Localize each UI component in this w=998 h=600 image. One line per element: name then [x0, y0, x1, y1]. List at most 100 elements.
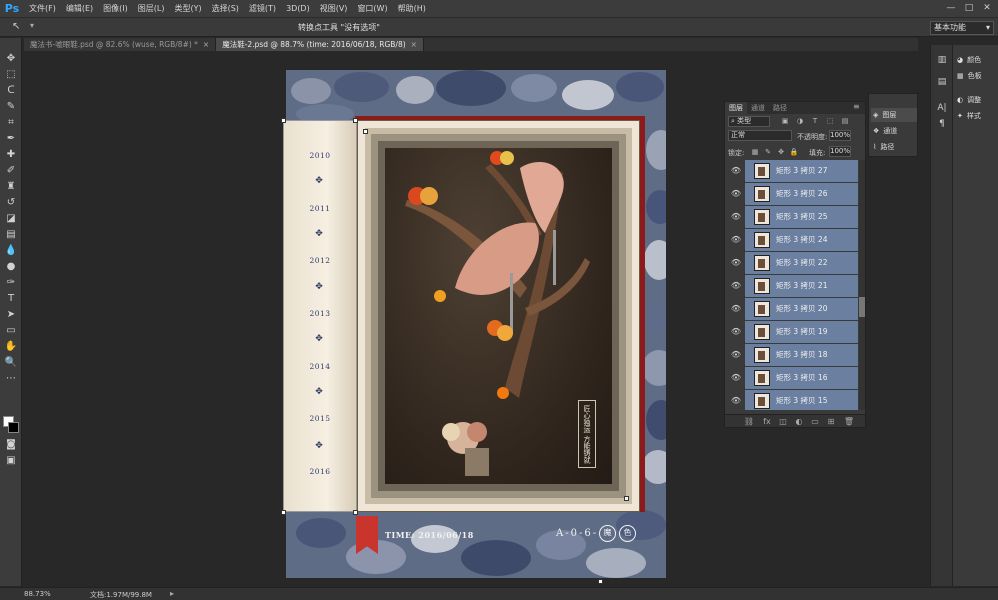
menu-image[interactable]: 图像(I)	[98, 3, 133, 14]
menu-view[interactable]: 视图(V)	[315, 3, 353, 14]
anchor-handle[interactable]	[598, 579, 603, 584]
blend-mode-select[interactable]: 正常	[728, 130, 792, 141]
mini-channels-button[interactable]: ❖ 通道	[871, 124, 917, 138]
anchor-handle[interactable]	[353, 118, 358, 123]
close-window-button[interactable]: ✕	[980, 2, 994, 14]
maximize-button[interactable]: □	[962, 2, 976, 14]
history-brush-tool-icon[interactable]: ↺	[3, 196, 19, 210]
layer-row[interactable]: 👁 矩形 3 拷贝 16	[728, 367, 858, 389]
filter-smart-icon[interactable]: ▤	[840, 116, 850, 126]
layer-row[interactable]: 👁 矩形 3 拷贝 15	[728, 390, 858, 410]
character-icon[interactable]: A|	[934, 101, 950, 115]
marquee-tool-icon[interactable]: ⬚	[3, 68, 19, 82]
color-panel-button[interactable]: ◕ 颜色	[957, 53, 998, 67]
layer-row[interactable]: 👁 矩形 3 拷贝 27	[728, 160, 858, 182]
move-tool-icon[interactable]: ✥	[3, 52, 19, 66]
visibility-eye-icon[interactable]: 👁	[728, 344, 744, 366]
quick-select-tool-icon[interactable]: ✎	[3, 100, 19, 114]
quick-mask-icon[interactable]: ◙	[3, 438, 19, 452]
layer-row[interactable]: 👁 矩形 3 拷贝 24	[728, 229, 858, 251]
visibility-eye-icon[interactable]: 👁	[728, 160, 744, 182]
visibility-eye-icon[interactable]: 👁	[728, 229, 744, 251]
screen-mode-icon[interactable]: ▣	[3, 454, 19, 468]
visibility-eye-icon[interactable]: 👁	[728, 252, 744, 274]
tab-channels[interactable]: 通道	[747, 102, 769, 114]
brush-tool-icon[interactable]: ✐	[3, 164, 19, 178]
filter-type-icon[interactable]: T	[810, 116, 820, 126]
crop-tool-icon[interactable]: ⌗	[3, 116, 19, 130]
lock-all-icon[interactable]: 🔒	[789, 147, 799, 157]
opacity-input[interactable]: 100%	[829, 130, 851, 141]
styles-panel-button[interactable]: ✦ 样式	[957, 109, 998, 123]
tab-layers[interactable]: 图层	[725, 102, 747, 114]
adjustments-panel-button[interactable]: ◐ 调整	[957, 93, 998, 107]
add-mask-icon[interactable]: ◫	[777, 416, 789, 427]
menu-3d[interactable]: 3D(D)	[281, 4, 315, 13]
menu-help[interactable]: 帮助(H)	[393, 3, 431, 14]
path-selection-tool-icon[interactable]: ➤	[3, 308, 19, 322]
rectangle-tool-icon[interactable]: ▭	[3, 324, 19, 338]
scrollbar-thumb[interactable]	[859, 297, 865, 317]
panel-menu-icon[interactable]: ≡	[853, 102, 860, 111]
convert-point-tool-icon[interactable]: ↖	[12, 21, 26, 34]
new-layer-icon[interactable]: ⊞	[825, 416, 837, 427]
mini-paths-button[interactable]: ⌇ 路径	[871, 140, 917, 154]
menu-select[interactable]: 选择(S)	[207, 3, 244, 14]
dodge-tool-icon[interactable]: ●	[3, 260, 19, 274]
filter-shape-icon[interactable]: ⬚	[825, 116, 835, 126]
layer-row[interactable]: 👁 矩形 3 拷贝 19	[728, 321, 858, 343]
close-tab-icon[interactable]: ×	[203, 38, 209, 51]
eraser-tool-icon[interactable]: ◪	[3, 212, 19, 226]
healing-brush-tool-icon[interactable]: ✚	[3, 148, 19, 162]
lock-transparent-icon[interactable]: ▦	[750, 147, 760, 157]
layer-row[interactable]: 👁 矩形 3 拷贝 25	[728, 206, 858, 228]
visibility-eye-icon[interactable]: 👁	[728, 390, 744, 410]
mini-layers-button[interactable]: ◈ 图层	[871, 108, 917, 122]
menu-window[interactable]: 窗口(W)	[352, 3, 392, 14]
zoom-tool-icon[interactable]: 🔍	[3, 356, 19, 370]
adjustment-layer-icon[interactable]: ◐	[793, 416, 805, 427]
layer-list-scrollbar[interactable]	[859, 160, 865, 410]
anchor-handle[interactable]	[281, 118, 286, 123]
anchor-handle[interactable]	[281, 510, 286, 515]
anchor-handle[interactable]	[353, 510, 358, 515]
zoom-level[interactable]: 88.73%	[24, 590, 51, 598]
visibility-eye-icon[interactable]: 👁	[728, 183, 744, 205]
layer-row[interactable]: 👁 矩形 3 拷贝 22	[728, 252, 858, 274]
tool-preset-caret-icon[interactable]: ▾	[30, 21, 34, 30]
minimize-button[interactable]: —	[944, 2, 958, 14]
eyedropper-tool-icon[interactable]: ✒	[3, 132, 19, 146]
delete-layer-icon[interactable]: 🗑	[843, 416, 855, 427]
filter-pixel-icon[interactable]: ▣	[780, 116, 790, 126]
visibility-eye-icon[interactable]: 👁	[728, 298, 744, 320]
filter-adjust-icon[interactable]: ◑	[795, 116, 805, 126]
layer-style-icon[interactable]: fx	[761, 416, 773, 427]
visibility-eye-icon[interactable]: 👁	[728, 321, 744, 343]
anchor-handle[interactable]	[363, 129, 368, 134]
menu-type[interactable]: 类型(Y)	[169, 3, 206, 14]
menu-edit[interactable]: 编辑(E)	[61, 3, 98, 14]
gradient-tool-icon[interactable]: ▤	[3, 228, 19, 242]
paragraph-icon[interactable]: ¶	[934, 117, 950, 131]
new-group-icon[interactable]: ▭	[809, 416, 821, 427]
link-layers-icon[interactable]: ⛓	[743, 416, 755, 427]
history-icon[interactable]: ▥	[934, 53, 950, 67]
menu-filter[interactable]: 滤镜(T)	[244, 3, 281, 14]
visibility-eye-icon[interactable]: 👁	[728, 275, 744, 297]
visibility-eye-icon[interactable]: 👁	[728, 206, 744, 228]
lock-pixels-icon[interactable]: ✎	[763, 147, 773, 157]
fill-input[interactable]: 100%	[829, 146, 851, 157]
anchor-handle[interactable]	[624, 496, 629, 501]
close-tab-icon[interactable]: ×	[411, 38, 417, 51]
menu-file[interactable]: 文件(F)	[24, 3, 61, 14]
background-color-swatch[interactable]	[8, 422, 19, 433]
properties-icon[interactable]: ▤	[934, 75, 950, 89]
type-tool-icon[interactable]: T	[3, 292, 19, 306]
hand-tool-icon[interactable]: ✋	[3, 340, 19, 354]
lasso-tool-icon[interactable]: ᑕ	[3, 84, 19, 98]
visibility-eye-icon[interactable]: 👁	[728, 367, 744, 389]
lock-position-icon[interactable]: ✥	[776, 147, 786, 157]
menu-layer[interactable]: 图层(L)	[133, 3, 170, 14]
layer-row[interactable]: 👁 矩形 3 拷贝 21	[728, 275, 858, 297]
clone-stamp-tool-icon[interactable]: ♜	[3, 180, 19, 194]
